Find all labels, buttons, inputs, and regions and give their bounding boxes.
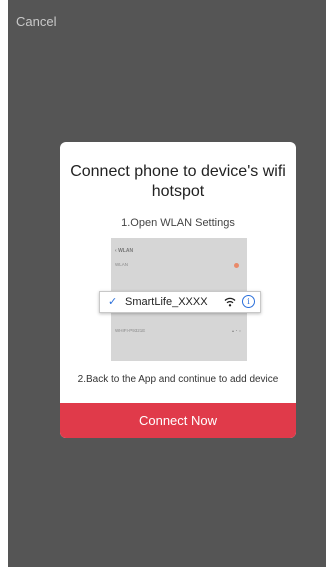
wifi-icon <box>224 297 236 307</box>
screen-overlay: Cancel Connect phone to device's wifi ho… <box>8 0 326 567</box>
cancel-button[interactable]: Cancel <box>16 14 56 29</box>
step2-instruction: 2.Back to the App and continue to add de… <box>77 374 279 385</box>
info-icon: i <box>242 295 255 308</box>
illustration-wlan-header: ‹ WLAN <box>115 248 133 254</box>
frame: Cancel Connect phone to device's wifi ho… <box>0 0 331 567</box>
illustration-row-label: WHIFI-P9321E <box>115 328 146 333</box>
check-icon: ✓ <box>108 296 118 308</box>
illustration-status-bar <box>111 238 247 247</box>
connect-dialog: Connect phone to device's wifi hotspot 1… <box>60 142 296 438</box>
connect-now-button[interactable]: Connect Now <box>60 403 296 438</box>
wlan-toggle-icon <box>234 263 239 268</box>
dialog-title: Connect phone to device's wifi hotspot <box>70 163 286 200</box>
network-ssid: SmartLife_XXXX <box>125 296 208 308</box>
back-chevron-icon: ‹ <box>115 248 117 254</box>
network-signal-icon: ▴ ◔ ○ <box>231 328 241 333</box>
selected-network-card: ✓ SmartLife_XXXX i <box>99 291 261 313</box>
illustration-wlan-title: WLAN <box>118 248 134 254</box>
illustration-row-label: WLAN <box>115 262 129 267</box>
step1-instruction: 1.Open WLAN Settings <box>121 217 235 229</box>
